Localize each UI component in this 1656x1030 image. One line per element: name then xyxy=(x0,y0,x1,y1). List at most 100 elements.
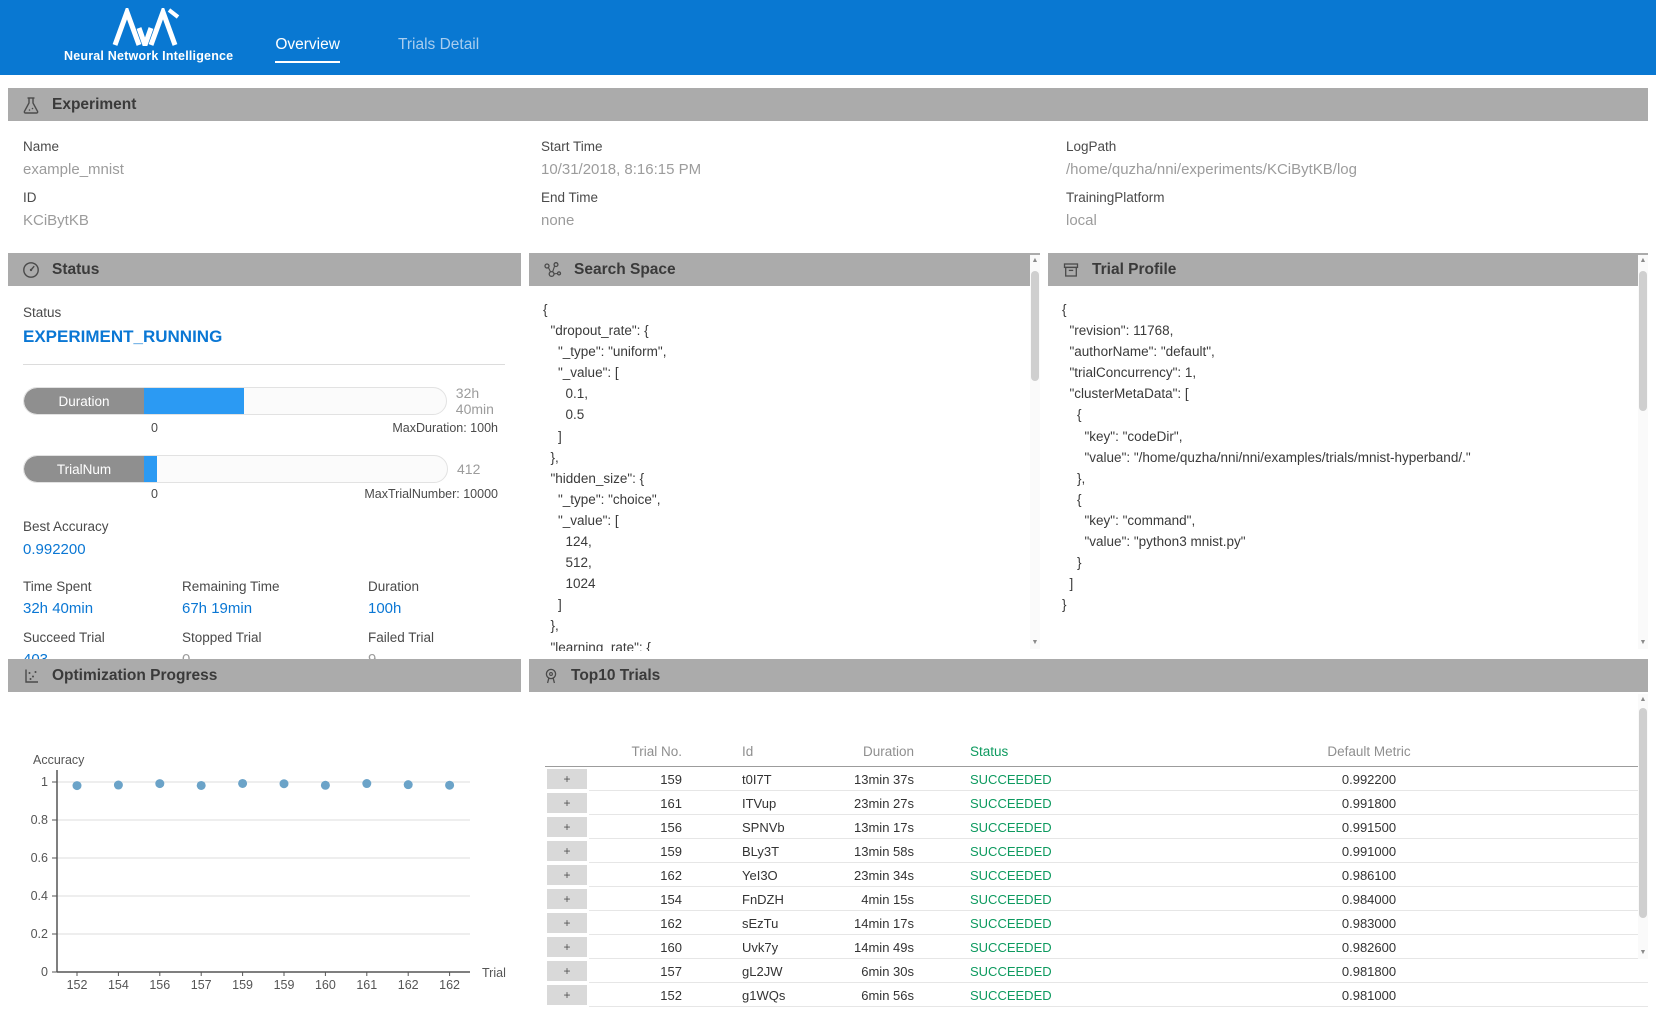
table-row: +157gL2JW6min 30sSUCCEEDED0.981800 xyxy=(545,959,1648,983)
flask-icon xyxy=(22,96,40,114)
svg-text:159: 159 xyxy=(274,978,295,992)
table-row: +156SPNVb13min 17sSUCCEEDED0.991500 xyxy=(545,815,1648,839)
field-value: local xyxy=(1066,212,1648,229)
scroll-thumb[interactable] xyxy=(1031,271,1039,381)
search-space-scrollbar[interactable]: ▲ ▼ xyxy=(1030,255,1040,649)
scroll-thumb[interactable] xyxy=(1639,708,1647,918)
status-value: EXPERIMENT_RUNNING xyxy=(23,327,521,347)
expand-row-button[interactable]: + xyxy=(545,935,589,959)
stat-label: Duration xyxy=(368,579,521,594)
table-cell: 160 xyxy=(589,940,694,955)
scatter-point xyxy=(155,779,164,788)
progress-label: TrialNum xyxy=(24,456,144,482)
section-title: Optimization Progress xyxy=(52,667,217,685)
tab-overview[interactable]: Overview xyxy=(275,36,340,63)
expand-row-button[interactable]: + xyxy=(545,983,589,1007)
svg-text:160: 160 xyxy=(315,978,336,992)
search-space-panel: Search Space { "dropout_rate": { "_type"… xyxy=(529,253,1040,651)
trialnum-progress: TrialNum 412 xyxy=(23,455,521,483)
svg-text:0.4: 0.4 xyxy=(31,889,48,903)
scroll-down-icon[interactable]: ▼ xyxy=(1638,637,1648,649)
trial-profile-scrollbar[interactable]: ▲ ▼ xyxy=(1638,255,1648,649)
svg-text:162: 162 xyxy=(398,978,419,992)
scatter-plot-icon xyxy=(22,667,40,685)
field-value: KCiBytKB xyxy=(23,212,541,229)
section-title: Experiment xyxy=(52,96,136,114)
field-label: End Time xyxy=(541,190,1066,205)
scroll-up-icon[interactable]: ▲ xyxy=(1030,255,1040,267)
scroll-up-icon[interactable]: ▲ xyxy=(1638,694,1648,706)
search-space-code: { "dropout_rate": { "_type": "uniform", … xyxy=(529,286,1040,651)
table-cell: 13min 58s xyxy=(844,844,914,859)
svg-text:0: 0 xyxy=(41,965,48,979)
expand-row-button[interactable]: + xyxy=(545,959,589,983)
field-label: TrainingPlatform xyxy=(1066,190,1648,205)
svg-text:154: 154 xyxy=(108,978,129,992)
progress-track: Duration xyxy=(23,387,447,415)
field-label: Name xyxy=(23,139,541,154)
table-cell: 0.992200 xyxy=(1244,772,1494,787)
table-cell: 23min 27s xyxy=(844,796,914,811)
scatter-point xyxy=(404,780,413,789)
top-trials-scrollbar[interactable]: ▲ ▼ xyxy=(1638,694,1648,959)
svg-text:0.6: 0.6 xyxy=(31,851,48,865)
table-cell: 6min 30s xyxy=(844,964,914,979)
scroll-up-icon[interactable]: ▲ xyxy=(1638,255,1648,267)
table-cell: SUCCEEDED xyxy=(914,868,1244,883)
field-value: none xyxy=(541,212,1066,229)
progress-label: Duration xyxy=(24,388,144,414)
table-cell: ITVup xyxy=(694,796,844,811)
tab-trials-detail[interactable]: Trials Detail xyxy=(398,36,479,63)
table-cell: 0.986100 xyxy=(1244,868,1494,883)
section-title: Trial Profile xyxy=(1092,261,1176,279)
table-cell: t0I7T xyxy=(694,772,844,787)
expand-row-button[interactable]: + xyxy=(545,863,589,887)
table-cell: SUCCEEDED xyxy=(914,988,1244,1003)
table-cell: SUCCEEDED xyxy=(914,820,1244,835)
scatter-point xyxy=(197,781,206,790)
archive-box-icon xyxy=(1062,261,1080,279)
table-row: +154FnDZH4min 15sSUCCEEDED0.984000 xyxy=(545,887,1648,911)
field-value: 10/31/2018, 8:16:15 PM xyxy=(541,161,1066,178)
col-duration: Duration xyxy=(844,744,914,759)
duration-progress: Duration 32h 40min xyxy=(23,385,521,417)
medal-icon xyxy=(543,667,559,685)
field-label: LogPath xyxy=(1066,139,1648,154)
progress-fill xyxy=(144,388,244,414)
top-trials-section-bar: Top10 Trials xyxy=(529,659,1648,692)
stat-label: Time Spent xyxy=(23,579,182,594)
scroll-down-icon[interactable]: ▼ xyxy=(1030,637,1040,649)
table-cell: 0.981800 xyxy=(1244,964,1494,979)
table-cell: 6min 56s xyxy=(844,988,914,1003)
optimization-section-bar: Optimization Progress xyxy=(8,659,521,692)
table-row: +161ITVup23min 27sSUCCEEDED0.991800 xyxy=(545,791,1648,815)
table-cell: 13min 17s xyxy=(844,820,914,835)
stat-label: Stopped Trial xyxy=(182,630,368,645)
expand-row-button[interactable]: + xyxy=(545,911,589,935)
trial-profile-section-bar: Trial Profile xyxy=(1048,253,1648,286)
expand-row-button[interactable]: + xyxy=(545,767,589,791)
table-cell: 154 xyxy=(589,892,694,907)
table-cell: g1WQs xyxy=(694,988,844,1003)
divider xyxy=(23,364,505,365)
col-trial-no: Trial No. xyxy=(589,744,694,759)
table-cell: Uvk7y xyxy=(694,940,844,955)
table-cell: SUCCEEDED xyxy=(914,796,1244,811)
table-row: +160Uvk7y14min 49sSUCCEEDED0.982600 xyxy=(545,935,1648,959)
nni-logo-icon xyxy=(112,8,186,46)
scatter-point xyxy=(73,781,82,790)
expand-row-button[interactable]: + xyxy=(545,887,589,911)
expand-row-button[interactable]: + xyxy=(545,839,589,863)
brand-text: Neural Network Intelligence xyxy=(64,49,233,63)
scroll-thumb[interactable] xyxy=(1639,271,1647,411)
scroll-down-icon[interactable]: ▼ xyxy=(1638,947,1648,959)
table-cell: SPNVb xyxy=(694,820,844,835)
progress-value: 32h 40min xyxy=(456,385,521,417)
expand-row-button[interactable]: + xyxy=(545,791,589,815)
table-cell: gL2JW xyxy=(694,964,844,979)
svg-text:157: 157 xyxy=(191,978,212,992)
table-cell: 0.982600 xyxy=(1244,940,1494,955)
table-cell: 157 xyxy=(589,964,694,979)
experiment-panel: Experiment Name example_mnist ID KCiBytK… xyxy=(8,88,1648,245)
expand-row-button[interactable]: + xyxy=(545,815,589,839)
